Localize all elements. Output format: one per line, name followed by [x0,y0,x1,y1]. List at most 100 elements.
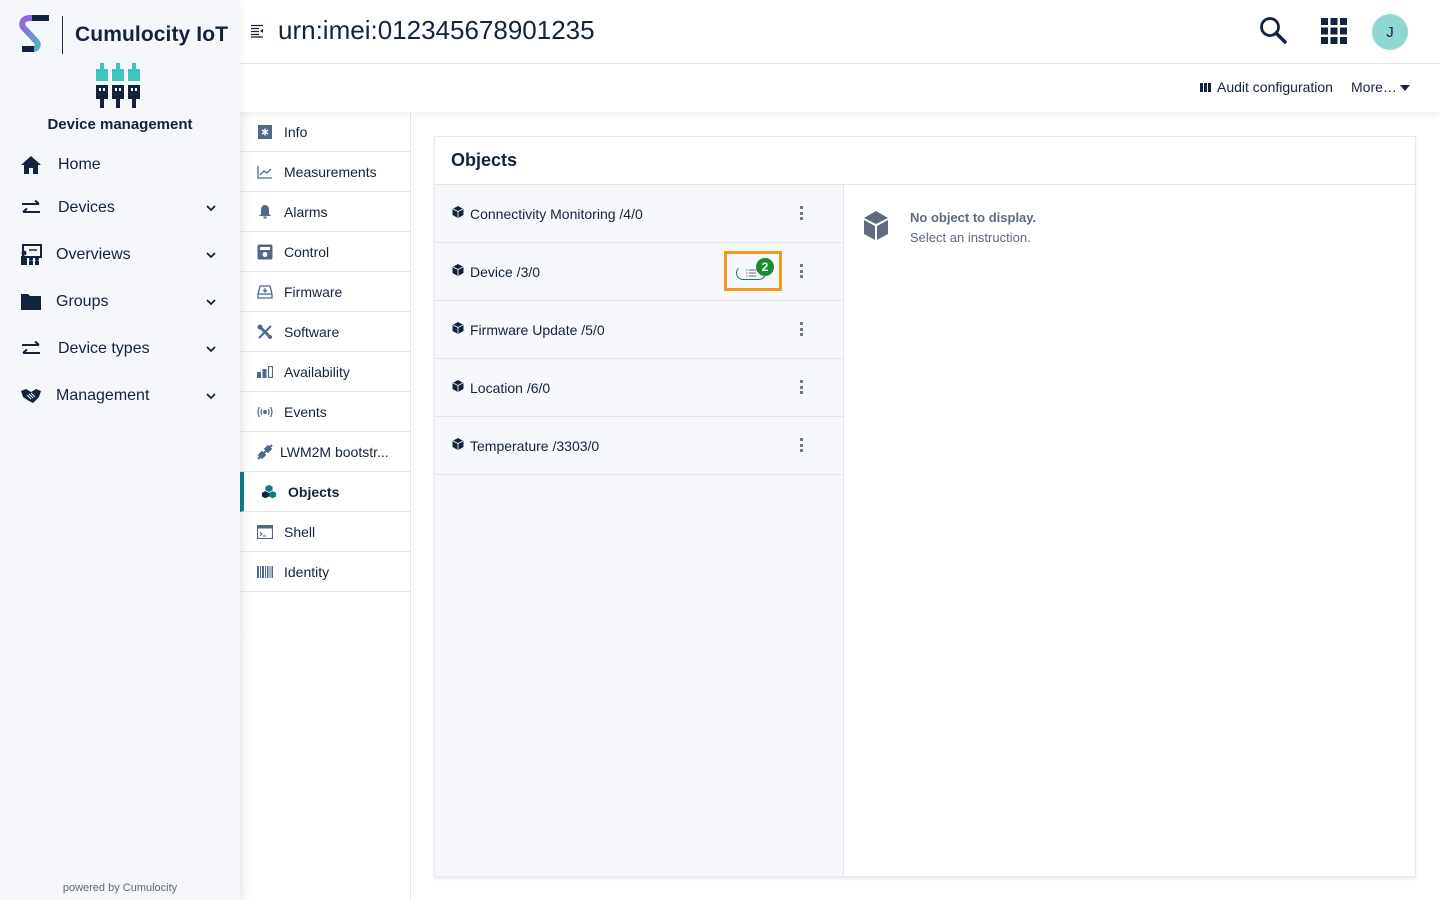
kebab-menu-icon[interactable] [797,263,805,279]
powered-by: powered by Cumulocity [62,882,178,894]
tab-measurements[interactable]: Measurements [240,152,410,192]
home-icon [19,154,43,176]
cube-icon [864,211,888,240]
presentation-icon [19,244,43,266]
nav-item-groups[interactable]: Groups [0,282,240,322]
kebab-menu-icon[interactable] [797,437,805,453]
tab-availability[interactable]: Availability [240,352,410,392]
header: urn:imei:012345678901235 J [240,0,1440,64]
object-label: Connectivity Monitoring /4/0 [470,205,643,222]
tab-label: Availability [284,363,350,380]
search-icon[interactable] [1258,15,1288,45]
tab-objects[interactable]: Objects [240,472,410,512]
caret-down-icon [1399,84,1410,91]
object-row-location[interactable]: Location /6/0 [435,359,843,417]
object-label: Temperature /3303/0 [470,437,600,454]
action-bar: Audit configuration More… [240,64,1440,112]
audit-configuration-label: Audit configuration [1217,79,1333,95]
chevron-down-icon [206,393,216,400]
cube-icon [452,380,464,392]
app-name: Device management [47,116,193,133]
tab-shell[interactable]: Shell [240,512,410,552]
tab-label: LWM2M bootstr... [280,443,389,460]
cumulocity-logo-icon [19,15,49,52]
kebab-menu-icon[interactable] [797,321,805,337]
cube-icon [452,264,464,276]
object-row-firmware-update[interactable]: Firmware Update /5/0 [435,301,843,359]
bell-icon [257,204,273,220]
nav-item-label: Device types [58,340,150,357]
app-switcher-icon[interactable] [1320,17,1348,45]
tab-firmware[interactable]: Firmware [240,272,410,312]
tab-label: Objects [288,483,340,500]
tab-identity[interactable]: Identity [240,552,410,592]
object-row-connectivity-monitoring[interactable]: Connectivity Monitoring /4/0 [435,185,843,243]
tab-lwm2m-bootstrap[interactable]: LWM2M bootstr... [240,432,410,472]
more-label: More… [1351,79,1397,95]
nav-item-device-types[interactable]: Device types [0,329,240,369]
tab-label: Control [284,243,330,260]
tab-software[interactable]: Software [240,312,410,352]
observations-button[interactable]: 2 [724,251,782,291]
tools-icon [257,324,273,340]
empty-subtitle: Select an instruction. [910,230,1031,245]
toggle-navigator-icon[interactable] [250,24,264,38]
chevron-down-icon [206,299,216,306]
nav-item-overviews[interactable]: Overviews [0,235,240,275]
object-label: Location /6/0 [470,379,551,396]
terminal-icon [257,524,273,540]
cube-icon [452,206,464,218]
info-asterisk-icon [257,124,273,140]
chevron-down-icon [206,205,216,212]
object-row-temperature[interactable]: Temperature /3303/0 [435,417,843,475]
nav-item-management[interactable]: Management [0,376,240,416]
nav-item-label: Management [56,387,150,404]
object-list: Connectivity Monitoring /4/0 Device /3/0… [435,185,844,876]
tab-label: Firmware [284,283,343,300]
nav-item-devices[interactable]: Devices [0,188,240,228]
kebab-menu-icon[interactable] [797,205,805,221]
navigator: Cumulocity IoT Device management Home De… [0,0,240,900]
brand-divider [62,16,63,54]
control-panel-icon [257,244,273,260]
page-title: urn:imei:012345678901235 [278,15,595,45]
handshake-icon [19,385,43,407]
list-icon [746,269,756,277]
nav-item-home[interactable]: Home [0,145,240,185]
object-label: Device /3/0 [470,263,541,280]
brand: Cumulocity IoT [18,14,228,56]
nav-item-label: Devices [58,199,115,216]
kebab-menu-icon[interactable] [797,379,805,395]
tab-info[interactable]: Info [240,112,410,152]
device-management-icon [96,63,140,108]
tab-alarms[interactable]: Alarms [240,192,410,232]
chevron-down-icon [206,252,216,259]
device-tabs: Info Measurements Alarms Control Firmwar… [240,112,411,900]
tab-label: Software [284,323,340,340]
plug-icon [257,443,273,460]
exchange-arrows-icon [19,197,43,219]
line-chart-icon [257,164,273,180]
barcode-icon [257,564,273,580]
cubes-icon [261,484,277,500]
observations-count-badge: 2 [756,258,774,276]
more-dropdown-button[interactable]: More… [1351,79,1410,95]
object-label: Firmware Update /5/0 [470,321,605,338]
tab-label: Measurements [284,163,377,180]
nav-item-label: Overviews [56,246,131,263]
brand-name: Cumulocity IoT [75,23,229,46]
nav-item-label: Groups [56,293,109,310]
columns-icon [1200,82,1211,92]
tab-label: Identity [284,563,330,580]
tab-events[interactable]: Events [240,392,410,432]
user-avatar[interactable]: J [1372,14,1408,50]
objects-card: Objects Connectivity Monitoring /4/0 Dev… [434,136,1416,877]
tab-control[interactable]: Control [240,232,410,272]
exchange-arrows-icon [19,338,43,360]
firmware-tray-icon [257,284,273,300]
card-title: Objects [451,150,518,170]
cube-icon [452,322,464,334]
audit-configuration-button[interactable]: Audit configuration [1200,79,1333,95]
cube-icon [452,438,464,450]
object-row-device[interactable]: Device /3/0 2 [435,243,843,301]
